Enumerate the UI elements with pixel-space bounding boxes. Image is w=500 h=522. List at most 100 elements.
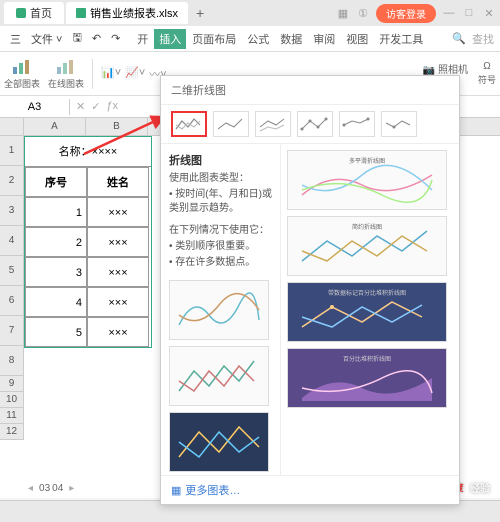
table-title[interactable]: 名称：×××× bbox=[25, 137, 151, 167]
row-9[interactable]: 9 bbox=[0, 376, 24, 392]
all-charts-label: 全部图表 bbox=[4, 77, 40, 90]
grid-small-icon: ▦ bbox=[171, 484, 181, 497]
cell-n3[interactable]: 3 bbox=[25, 257, 87, 287]
row-6[interactable]: 6 bbox=[0, 286, 24, 316]
search-icon[interactable]: 🔍 bbox=[452, 32, 466, 45]
line-stacked[interactable] bbox=[213, 111, 249, 137]
bar-chart-icon bbox=[12, 58, 32, 76]
tab-add[interactable]: + bbox=[190, 5, 210, 21]
line-100pct-markers[interactable] bbox=[381, 111, 417, 137]
bar-icon[interactable]: 📊˅ bbox=[101, 66, 121, 82]
sheet-next[interactable]: ▸ bbox=[65, 481, 78, 496]
undo-icon[interactable]: ↶ bbox=[88, 30, 105, 47]
ribbon-tab-5[interactable]: 审阅 bbox=[308, 29, 340, 49]
more-charts-label: 更多图表… bbox=[185, 482, 240, 498]
sheet-04[interactable]: 04 bbox=[52, 483, 63, 494]
all-charts-button[interactable]: 全部图表 bbox=[4, 58, 40, 90]
svg-text:带数据标记百分比堆积折线图: 带数据标记百分比堆积折线图 bbox=[328, 289, 406, 297]
sheet-03[interactable]: 03 bbox=[39, 483, 50, 494]
grid-icon[interactable]: ▦ bbox=[336, 6, 350, 20]
desc-line2: • 按时间(年、月和日)或类别显示趋势。 bbox=[169, 188, 272, 216]
sheet-prev[interactable]: ◂ bbox=[24, 481, 37, 496]
gallery-1[interactable]: 多平滑折线图 bbox=[287, 150, 447, 210]
accept-formula-icon[interactable]: ✓ bbox=[91, 100, 100, 113]
cell-v1[interactable]: ××× bbox=[87, 197, 149, 227]
row-1[interactable]: 1 bbox=[0, 136, 24, 166]
cell-v3[interactable]: ××× bbox=[87, 257, 149, 287]
select-all-corner[interactable] bbox=[0, 118, 24, 135]
preview-1[interactable] bbox=[169, 280, 269, 340]
cell-n1[interactable]: 1 bbox=[25, 197, 87, 227]
header-name[interactable]: 姓名 bbox=[87, 167, 149, 197]
gallery-2[interactable]: 简约折线图 bbox=[287, 216, 447, 276]
line-markers[interactable] bbox=[297, 111, 333, 137]
row-4[interactable]: 4 bbox=[0, 226, 24, 256]
tab-home-label: 首页 bbox=[30, 5, 52, 21]
line-stacked-markers[interactable] bbox=[339, 111, 375, 137]
gallery-3[interactable]: 带数据标记百分比堆积折线图 bbox=[287, 282, 447, 342]
cell-n5[interactable]: 5 bbox=[25, 317, 87, 347]
search-input[interactable]: 查找 bbox=[472, 31, 494, 47]
row-7[interactable]: 7 bbox=[0, 316, 24, 346]
fx-icon[interactable]: ƒx bbox=[106, 100, 118, 113]
line-basic[interactable] bbox=[171, 111, 207, 137]
bell-icon[interactable]: ① bbox=[356, 6, 370, 20]
maximize-icon[interactable]: □ bbox=[462, 6, 476, 20]
ribbon-tabs: 开 插入 页面布局 公式 数据 审阅 视图 开发工具 bbox=[132, 29, 428, 49]
ribbon-tab-4[interactable]: 数据 bbox=[275, 29, 307, 49]
preview-2[interactable] bbox=[169, 346, 269, 406]
cell-v5[interactable]: ××× bbox=[87, 317, 149, 347]
tab-document[interactable]: 销售业绩报表.xlsx bbox=[66, 2, 188, 24]
tab-home[interactable]: 首页 bbox=[4, 2, 64, 24]
col-a[interactable]: A bbox=[24, 118, 86, 135]
gallery-4[interactable]: 百分比堆积折线图 bbox=[287, 348, 447, 408]
online-chart-button[interactable]: 在线图表 bbox=[48, 58, 84, 90]
header-seq[interactable]: 序号 bbox=[25, 167, 87, 197]
redo-icon[interactable]: ↷ bbox=[107, 30, 124, 47]
ribbon-tab-insert[interactable]: 插入 bbox=[154, 29, 186, 49]
cell-v2[interactable]: ××× bbox=[87, 227, 149, 257]
cell-n2[interactable]: 2 bbox=[25, 227, 87, 257]
omega-icon: Ω bbox=[483, 61, 490, 72]
ribbon-tab-2[interactable]: 页面布局 bbox=[187, 29, 241, 49]
more-charts-link[interactable]: ▦ 更多图表… bbox=[161, 475, 459, 504]
row-10[interactable]: 10 bbox=[0, 392, 24, 408]
line-100pct[interactable] bbox=[255, 111, 291, 137]
login-button[interactable]: 访客登录 bbox=[376, 4, 436, 23]
col-b[interactable]: B bbox=[86, 118, 148, 135]
row-3[interactable]: 3 bbox=[0, 196, 24, 226]
sheet-tab-nav: ◂ 03 04 ▸ bbox=[24, 481, 78, 496]
file-menu[interactable]: 文件 ˅ bbox=[27, 29, 66, 49]
app-tabbar: 首页 销售业绩报表.xlsx + ▦ ① 访客登录 — □ ✕ bbox=[0, 0, 500, 26]
row-11[interactable]: 11 bbox=[0, 408, 24, 424]
line-icon[interactable]: 📈˅ bbox=[125, 66, 145, 82]
row-headers: 1 2 3 4 5 6 7 8 9 10 11 12 bbox=[0, 136, 24, 440]
ribbon-tab-3[interactable]: 公式 bbox=[242, 29, 274, 49]
watermark-sub: 经验 bbox=[470, 480, 490, 495]
tab-document-label: 销售业绩报表.xlsx bbox=[90, 5, 178, 21]
cell-n4[interactable]: 4 bbox=[25, 287, 87, 317]
svg-text:百分比堆积折线图: 百分比堆积折线图 bbox=[343, 355, 391, 363]
cell-v4[interactable]: ××× bbox=[87, 287, 149, 317]
row-12[interactable]: 12 bbox=[0, 424, 24, 440]
file-menu-label: 文件 bbox=[31, 34, 53, 46]
row-5[interactable]: 5 bbox=[0, 256, 24, 286]
ribbon-bar: 三 文件 ˅ 🖫 ↶ ↷ 开 插入 页面布局 公式 数据 审阅 视图 开发工具 … bbox=[0, 26, 500, 52]
preview-3[interactable] bbox=[169, 412, 269, 472]
separator bbox=[92, 59, 93, 89]
ribbon-tab-0[interactable]: 开 bbox=[132, 29, 153, 49]
chart-type-icons: 📊˅ 📈˅ 〰˅ bbox=[101, 66, 167, 82]
hamburger-icon[interactable]: 三 bbox=[6, 29, 25, 49]
row-2[interactable]: 2 bbox=[0, 166, 24, 196]
cancel-formula-icon[interactable]: ✕ bbox=[76, 100, 85, 113]
ribbon-tab-7[interactable]: 开发工具 bbox=[374, 29, 428, 49]
close-icon[interactable]: ✕ bbox=[482, 6, 496, 20]
ribbon-tab-6[interactable]: 视图 bbox=[341, 29, 373, 49]
symbol-button[interactable]: Ω 符号 bbox=[478, 61, 496, 86]
row-8[interactable]: 8 bbox=[0, 346, 24, 376]
chart-gallery: 多平滑折线图 简约折线图 带数据标记百分比堆积折线图 百分比堆积折线图 bbox=[281, 144, 459, 475]
minimize-icon[interactable]: — bbox=[442, 6, 456, 20]
name-box[interactable]: A3 bbox=[0, 99, 70, 115]
svg-text:简约折线图: 简约折线图 bbox=[352, 223, 382, 231]
save-icon[interactable]: 🖫 bbox=[68, 27, 85, 50]
